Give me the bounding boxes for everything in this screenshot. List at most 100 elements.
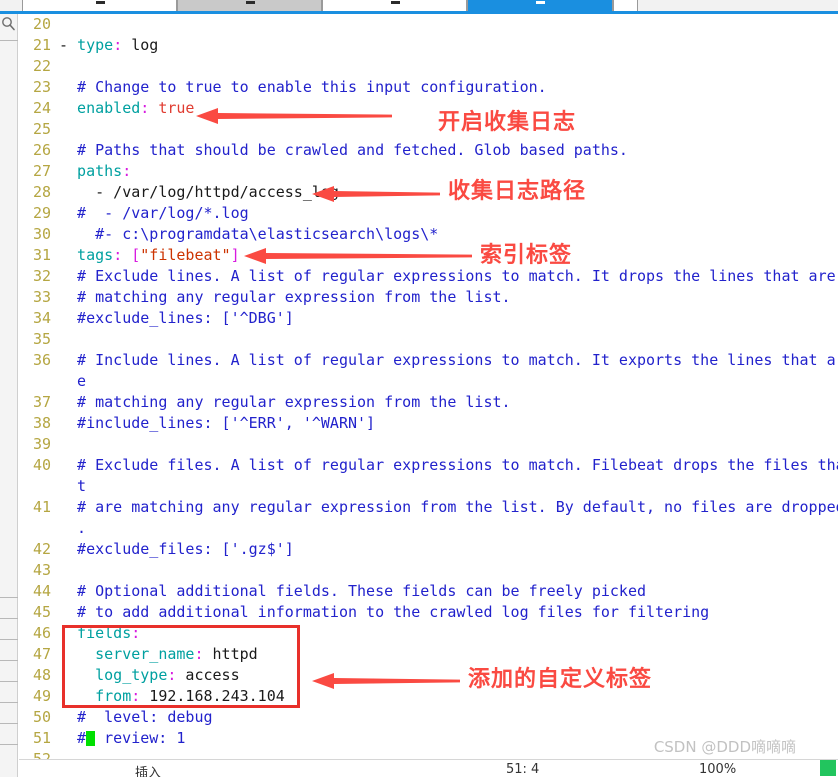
- code-token: :: [122, 162, 132, 180]
- line-number: 36: [32, 351, 51, 369]
- line-number: 28: [32, 183, 51, 201]
- line-number: 40: [32, 456, 51, 474]
- code-line: 34 #exclude_lines: ['^DBG']: [19, 308, 838, 329]
- line-text: # Include lines. A list of regular expre…: [59, 351, 838, 369]
- line-number: 33: [32, 288, 51, 306]
- code-token: # level: debug: [59, 708, 213, 726]
- line-text: tags: ["filebeat"]: [59, 246, 240, 264]
- code-token: server_name: [59, 645, 195, 663]
- code-line: 33 # matching any regular expression fro…: [19, 287, 838, 308]
- code-line: 37 # matching any regular expression fro…: [19, 392, 838, 413]
- line-text: # to add additional information to the c…: [59, 603, 709, 621]
- code-line: 50 # level: debug: [19, 707, 838, 728]
- code-token: # Optional additional fields. These fiel…: [59, 582, 646, 600]
- code-token: "filebeat": [140, 246, 231, 264]
- code-line-wrap: .: [19, 518, 838, 539]
- tab-glyph-1: [95, 1, 105, 4]
- window-tab-3[interactable]: [322, 0, 467, 11]
- annotation-log-path: 收集日志路径: [448, 179, 587, 204]
- window-tab-1[interactable]: [22, 0, 177, 11]
- line-text: # - /var/log/*.log: [59, 204, 249, 222]
- code-token: # Paths that should be crawled and fetch…: [59, 141, 628, 159]
- code-line-wrap: t: [19, 476, 838, 497]
- line-text: # Exclude lines. A list of regular expre…: [59, 267, 836, 285]
- code-token: review: 1: [95, 729, 186, 747]
- line-text: from: 192.168.243.104: [59, 687, 285, 705]
- line-number: 21: [32, 36, 51, 54]
- tab-glyph-2: [245, 1, 255, 4]
- code-token: #: [59, 729, 87, 747]
- code-token: [: [122, 246, 141, 264]
- code-token: ]: [230, 246, 240, 264]
- screenshot-root: 20 21 - type: log 22 23 # Change to true to …: [0, 0, 838, 777]
- line-text: #include_lines: ['^ERR', '^WARN']: [59, 414, 375, 432]
- line-number: 42: [32, 540, 51, 558]
- tab-strip-gutter: [0, 0, 22, 11]
- rail-tick: [0, 681, 18, 682]
- status-indicator-block: [820, 760, 836, 776]
- status-cursor-position: 51: 4: [506, 762, 540, 777]
- line-number: 43: [32, 561, 51, 579]
- code-line: 44 # Optional additional fields. These f…: [19, 581, 838, 602]
- line-text: # Change to true to enable this input co…: [59, 78, 547, 96]
- code-token: fields: [59, 624, 132, 642]
- code-line: 42 #exclude_files: ['.gz$']: [19, 539, 838, 560]
- code-token: true: [149, 99, 195, 117]
- window-tab-5[interactable]: [613, 0, 638, 11]
- code-line: 26 # Paths that should be crawled and fe…: [19, 140, 838, 161]
- line-number: 51: [32, 729, 51, 747]
- code-line: 27 paths:: [19, 161, 838, 182]
- code-token: 192.168.243.104: [140, 687, 285, 705]
- window-tab-4[interactable]: [467, 0, 613, 11]
- line-number: 52: [32, 750, 51, 759]
- line-text: - type: log: [59, 36, 158, 54]
- code-line: 47 server_name: httpd: [19, 644, 838, 665]
- annotation-index-tag: 索引标签: [480, 243, 573, 268]
- code-token: httpd: [203, 645, 258, 663]
- code-token: # are matching any regular expression fr…: [59, 498, 838, 516]
- code-line: 40 # Exclude files. A list of regular ex…: [19, 455, 838, 476]
- line-text: t: [59, 477, 86, 495]
- line-number: 20: [32, 15, 51, 33]
- line-text: - /var/log/httpd/access_log: [59, 183, 339, 201]
- text-cursor: [86, 731, 96, 746]
- line-number: 31: [32, 246, 51, 264]
- line-text: # matching any regular expression from t…: [59, 393, 511, 411]
- code-token: - /var/log/httpd/access_log: [59, 183, 339, 201]
- line-text: # matching any regular expression from t…: [59, 288, 511, 306]
- line-number: 44: [32, 582, 51, 600]
- code-token: access: [176, 666, 240, 684]
- window-tab-2[interactable]: [177, 0, 322, 11]
- code-token: t: [59, 477, 87, 495]
- line-text: # Optional additional fields. These fiel…: [59, 582, 646, 600]
- code-token: # matching any regular expression from t…: [59, 393, 511, 411]
- code-token: # matching any regular expression from t…: [59, 288, 511, 306]
- code-line: 30 #- c:\programdata\elasticsearch\logs\…: [19, 224, 838, 245]
- code-line: 21 - type: log: [19, 35, 838, 56]
- rail-tick: [0, 618, 18, 619]
- tab-glyph-4: [536, 1, 545, 4]
- code-line: 45 # to add additional information to th…: [19, 602, 838, 623]
- status-insert-mode: 插入: [135, 766, 162, 777]
- code-token: # to add additional information to the c…: [59, 603, 710, 621]
- rail-tick: [0, 723, 18, 724]
- line-number: 23: [32, 78, 51, 96]
- code-token: :: [131, 687, 141, 705]
- line-number: 25: [32, 120, 51, 138]
- code-token: :: [140, 99, 150, 117]
- line-number: 22: [32, 57, 51, 75]
- line-number: 29: [32, 204, 51, 222]
- search-icon[interactable]: [1, 16, 16, 32]
- code-line-wrap: e: [19, 371, 838, 392]
- code-line: 35: [19, 329, 838, 350]
- line-text: # Exclude files. A list of regular expre…: [59, 456, 838, 474]
- line-text: #exclude_lines: ['^DBG']: [59, 309, 294, 327]
- code-token: -: [59, 36, 78, 54]
- code-token: # Exclude files. A list of regular expre…: [59, 456, 838, 474]
- code-token: :: [113, 36, 123, 54]
- code-editor[interactable]: 20 21 - type: log 22 23 # Change to true to …: [19, 14, 838, 759]
- rail-tick: [0, 40, 18, 41]
- code-token: #- c:\programdata\elasticsearch\logs\*: [59, 225, 439, 243]
- line-text: # level: debug: [59, 708, 213, 726]
- line-number: 45: [32, 603, 51, 621]
